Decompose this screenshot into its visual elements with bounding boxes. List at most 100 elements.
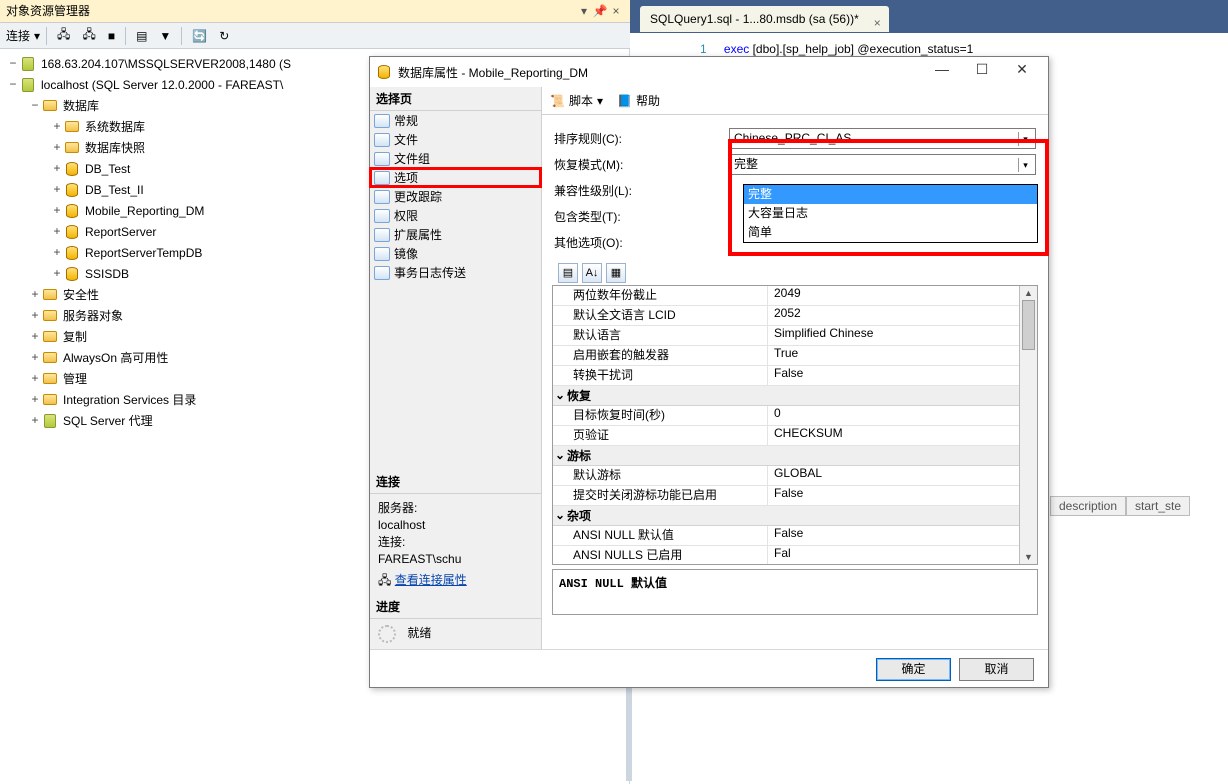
refresh-icon[interactable]: 🔄 <box>188 26 211 46</box>
toggle-icon[interactable]: − <box>6 78 20 92</box>
node-label: 数据库 <box>61 97 101 114</box>
grid-row[interactable]: 目标恢复时间(秒)0 <box>553 406 1019 426</box>
maximize-button[interactable]: ☐ <box>962 61 1002 83</box>
grid-key: 目标恢复时间(秒) <box>553 406 768 425</box>
scroll-thumb[interactable] <box>1022 300 1035 350</box>
pin-icon[interactable]: 📌 <box>592 0 608 23</box>
disconnect-icon[interactable]: 🖧 <box>78 26 99 46</box>
page-常规[interactable]: 常规 <box>370 111 541 130</box>
grid-value[interactable]: 0 <box>768 406 1019 425</box>
ok-button[interactable]: 确定 <box>876 658 951 681</box>
collapse-icon[interactable]: ⌄ <box>553 448 567 463</box>
toggle-icon[interactable]: − <box>6 57 20 71</box>
toggle-icon[interactable]: + <box>50 225 64 239</box>
page-更改跟踪[interactable]: 更改跟踪 <box>370 187 541 206</box>
grid-row[interactable]: 页验证CHECKSUM <box>553 426 1019 446</box>
toggle-icon[interactable]: + <box>50 162 64 176</box>
property-grid[interactable]: 两位数年份截止2049默认全文语言 LCID2052默认语言Simplified… <box>552 285 1038 565</box>
grid-key: ANSI NULL 默认值 <box>553 526 768 545</box>
grid-category[interactable]: ⌄杂项 <box>553 506 1019 526</box>
collapse-icon[interactable]: ⌄ <box>553 388 567 403</box>
dialog-left-panel: 选择页 常规文件文件组选项更改跟踪权限扩展属性镜像事务日志传送 连接 服务器: … <box>370 87 542 649</box>
toggle-icon[interactable]: + <box>28 414 42 428</box>
page-镜像[interactable]: 镜像 <box>370 244 541 263</box>
scroll-up-icon[interactable]: ▲ <box>1020 286 1037 300</box>
toggle-icon[interactable]: + <box>50 141 64 155</box>
minimize-button[interactable]: — <box>922 61 962 83</box>
page-icon <box>374 190 390 204</box>
grid-category[interactable]: ⌄恢复 <box>553 386 1019 406</box>
db-icon <box>64 203 80 219</box>
stop-icon[interactable]: ■ <box>104 26 119 46</box>
tab-sqlquery[interactable]: SQLQuery1.sql - 1...80.msdb (sa (56))* × <box>640 6 889 32</box>
grid-value[interactable]: False <box>768 526 1019 545</box>
props-icon[interactable]: ▦ <box>606 263 626 283</box>
page-事务日志传送[interactable]: 事务日志传送 <box>370 263 541 282</box>
dropdown-option[interactable]: 完整 <box>744 185 1037 204</box>
grid-row[interactable]: 两位数年份截止2049 <box>553 286 1019 306</box>
grid-row[interactable]: ANSI NULLS 已启用Fal <box>553 546 1019 564</box>
grid-value[interactable]: False <box>768 366 1019 385</box>
page-扩展属性[interactable]: 扩展属性 <box>370 225 541 244</box>
connect-icon[interactable]: 🖧 <box>53 26 74 46</box>
funnel-icon[interactable]: ▼ <box>155 26 175 46</box>
sort-icon[interactable]: A↓ <box>582 263 602 283</box>
sync-icon[interactable]: ↻ <box>215 26 233 46</box>
page-文件[interactable]: 文件 <box>370 130 541 149</box>
filter-icon[interactable]: ▤ <box>132 26 151 46</box>
grid-value[interactable]: 2052 <box>768 306 1019 325</box>
grid-category[interactable]: ⌄游标 <box>553 446 1019 466</box>
toggle-icon[interactable]: + <box>28 309 42 323</box>
grid-row[interactable]: 启用嵌套的触发器True <box>553 346 1019 366</box>
grid-row[interactable]: 默认全文语言 LCID2052 <box>553 306 1019 326</box>
grid-value[interactable]: Simplified Chinese <box>768 326 1019 345</box>
grid-row[interactable]: 转换干扰词False <box>553 366 1019 386</box>
toggle-icon[interactable]: + <box>50 120 64 134</box>
dialog-titlebar[interactable]: 数据库属性 - Mobile_Reporting_DM — ☐ ✕ <box>370 57 1048 87</box>
folder-icon <box>42 287 58 303</box>
toggle-icon[interactable]: + <box>28 351 42 365</box>
connect-label[interactable]: 连接 <box>6 27 30 44</box>
property-description: ANSI NULL 默认值 <box>552 569 1038 615</box>
page-选项[interactable]: 选项 <box>370 168 541 187</box>
help-button[interactable]: 帮助 <box>636 92 660 109</box>
toggle-icon[interactable]: − <box>28 99 42 113</box>
toggle-icon[interactable]: + <box>28 393 42 407</box>
toggle-icon[interactable]: + <box>50 183 64 197</box>
toggle-icon[interactable]: + <box>28 330 42 344</box>
grid-value[interactable]: CHECKSUM <box>768 426 1019 445</box>
dropdown-option[interactable]: 大容量日志 <box>744 204 1037 223</box>
grid-row[interactable]: 默认语言Simplified Chinese <box>553 326 1019 346</box>
toggle-icon[interactable]: + <box>28 372 42 386</box>
script-icon[interactable]: 📜 <box>550 94 565 108</box>
cancel-button[interactable]: 取消 <box>959 658 1034 681</box>
toggle-icon[interactable]: + <box>50 204 64 218</box>
categorize-icon[interactable]: ▤ <box>558 263 578 283</box>
toggle-icon[interactable]: + <box>50 267 64 281</box>
scroll-down-icon[interactable]: ▼ <box>1020 550 1037 564</box>
recovery-dropdown[interactable]: 完整大容量日志简单 <box>743 184 1038 243</box>
toggle-icon[interactable]: + <box>50 246 64 260</box>
grid-value[interactable]: False <box>768 486 1019 505</box>
help-icon[interactable]: 📘 <box>617 94 632 108</box>
close-button[interactable]: ✕ <box>1002 61 1042 83</box>
grid-row[interactable]: 提交时关闭游标功能已启用False <box>553 486 1019 506</box>
dropdown-icon[interactable]: ▾ <box>576 0 592 23</box>
grid-value[interactable]: GLOBAL <box>768 466 1019 485</box>
toggle-icon[interactable]: + <box>28 288 42 302</box>
grid-row[interactable]: 默认游标GLOBAL <box>553 466 1019 486</box>
page-文件组[interactable]: 文件组 <box>370 149 541 168</box>
close-icon[interactable]: × <box>608 0 624 23</box>
grid-scrollbar[interactable]: ▲ ▼ <box>1019 286 1037 564</box>
page-权限[interactable]: 权限 <box>370 206 541 225</box>
grid-value[interactable]: 2049 <box>768 286 1019 305</box>
dropdown-option[interactable]: 简单 <box>744 223 1037 242</box>
grid-value[interactable]: True <box>768 346 1019 365</box>
view-connection-link[interactable]: 查看连接属性 <box>395 573 467 587</box>
collapse-icon[interactable]: ⌄ <box>553 508 567 523</box>
folder-icon <box>64 140 80 156</box>
node-label: localhost (SQL Server 12.0.2000 - FAREAS… <box>39 78 285 92</box>
grid-row[interactable]: ANSI NULL 默认值False <box>553 526 1019 546</box>
script-button[interactable]: 脚本 <box>569 92 593 109</box>
grid-value[interactable]: Fal <box>768 546 1019 564</box>
